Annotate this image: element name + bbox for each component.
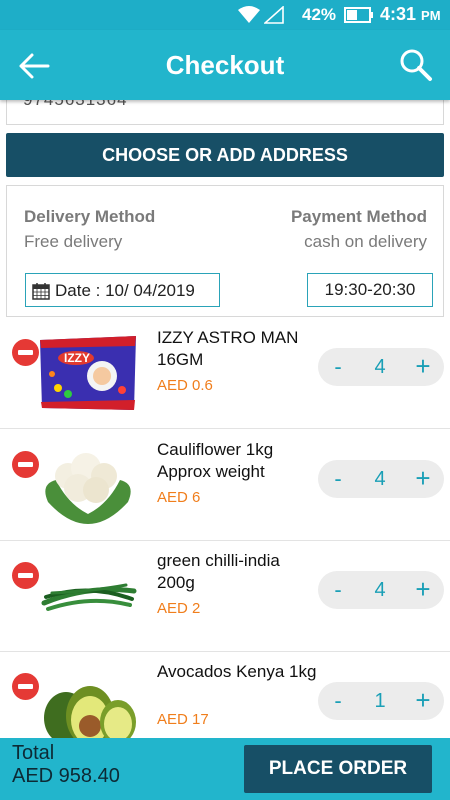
calendar-icon xyxy=(32,283,50,300)
svg-text:IZZY: IZZY xyxy=(64,351,90,365)
time-slot-picker[interactable]: 19:30-20:30 xyxy=(307,273,433,307)
item-price: AED 2 xyxy=(157,600,201,617)
remove-item-icon[interactable] xyxy=(12,451,39,478)
avocado-image xyxy=(44,686,136,746)
remove-item-icon[interactable] xyxy=(12,339,39,366)
date-picker[interactable]: Date : 10/ 04/2019 xyxy=(25,273,220,307)
item-name: green chilli-india 200g xyxy=(157,551,280,592)
quantity-value: 4 xyxy=(374,579,386,601)
remove-item-icon[interactable] xyxy=(12,562,39,589)
item-name: Avocados Kenya 1kg xyxy=(157,662,317,681)
decrease-quantity-button[interactable]: - xyxy=(330,354,346,380)
page-title: Checkout xyxy=(165,50,285,80)
search-icon[interactable] xyxy=(398,47,434,83)
quantity-value: 4 xyxy=(374,356,386,378)
battery-icon xyxy=(344,7,373,23)
quantity-stepper: - 4 + xyxy=(318,348,444,386)
payment-method-value: cash on delivery xyxy=(304,232,427,251)
choose-address-button[interactable]: CHOOSE OR ADD ADDRESS xyxy=(6,133,444,177)
total-amount: AED 958.40 xyxy=(12,765,120,787)
item-price: AED 17 xyxy=(157,711,209,728)
quantity-stepper: - 4 + xyxy=(318,571,444,609)
green-chilli-image xyxy=(41,583,137,611)
decrease-quantity-button[interactable]: - xyxy=(330,577,346,603)
delivery-card: Delivery Method Free delivery Payment Me… xyxy=(6,185,444,317)
increase-quantity-button[interactable]: + xyxy=(412,463,434,494)
quantity-stepper: - 1 + xyxy=(318,682,444,720)
wifi-icon xyxy=(238,6,260,23)
checkout-screen: 42% 4:31 PM Checkout 9745631364 CHOOSE O… xyxy=(0,0,450,800)
item-name: Cauliflower 1kg Approx weight xyxy=(157,440,274,481)
increase-quantity-button[interactable]: + xyxy=(412,685,434,716)
status-bar: 42% 4:31 PM xyxy=(0,0,450,30)
decrease-quantity-button[interactable]: - xyxy=(330,466,346,492)
item-price: AED 6 xyxy=(157,489,201,506)
item-name: IZZY ASTRO MAN 16GM xyxy=(157,328,299,369)
quantity-stepper: - 4 + xyxy=(318,460,444,498)
delivery-method-label: Delivery Method xyxy=(24,207,156,226)
delivery-method-value: Free delivery xyxy=(24,232,123,251)
cauliflower-image xyxy=(45,453,131,524)
quantity-value: 1 xyxy=(374,690,386,712)
status-time: 4:31 PM xyxy=(380,4,441,24)
signal-icon xyxy=(264,6,284,24)
checkout-footer: Total AED 958.40 PLACE ORDER xyxy=(0,738,450,800)
increase-quantity-button[interactable]: + xyxy=(412,351,434,382)
item-price: AED 0.6 xyxy=(157,377,213,394)
battery-percent: 42% xyxy=(302,5,337,24)
place-order-button[interactable]: PLACE ORDER xyxy=(244,745,432,793)
payment-method-label: Payment Method xyxy=(290,207,427,226)
quantity-value: 4 xyxy=(374,468,386,490)
increase-quantity-button[interactable]: + xyxy=(412,574,434,605)
app-bar: Checkout xyxy=(0,30,450,100)
decrease-quantity-button[interactable]: - xyxy=(330,688,346,714)
candy-pack-image: IZZY xyxy=(40,336,136,410)
date-text: Date : 10/ 04/2019 xyxy=(55,281,195,300)
total-label: Total xyxy=(12,742,55,764)
remove-item-icon[interactable] xyxy=(12,673,39,700)
cart-item: Cauliflower 1kg Approx weight AED 6 - 4 … xyxy=(0,430,450,541)
cart-item: green chilli-india 200g AED 2 - 4 + xyxy=(0,541,450,652)
cart-item: IZZY IZZY ASTRO MAN 16GM AED 0.6 - 4 + xyxy=(0,318,450,429)
